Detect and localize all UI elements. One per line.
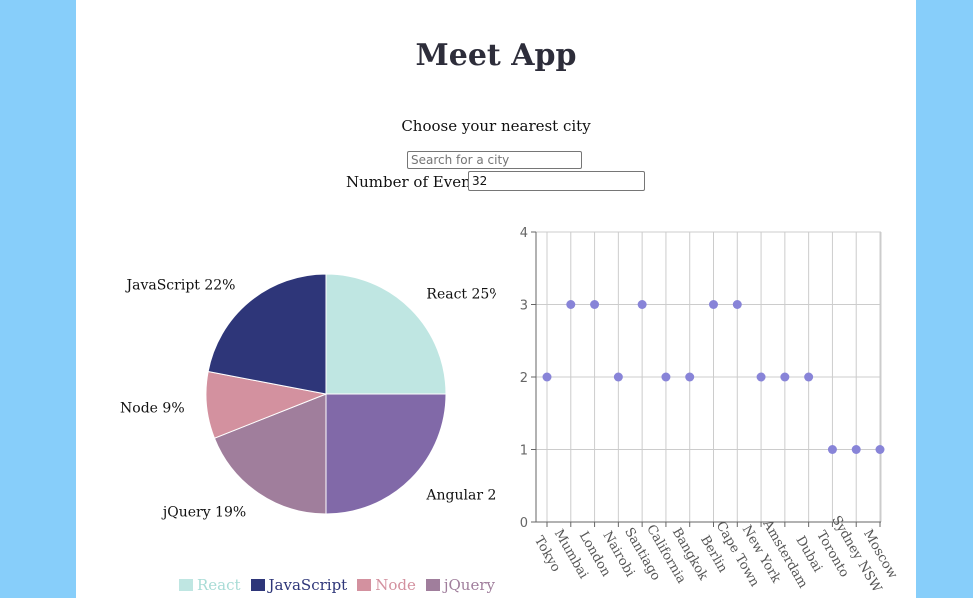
legend-label: Node (375, 576, 416, 594)
legend-swatch (357, 579, 372, 591)
scatter-point (756, 372, 766, 382)
y-tick-label: 1 (520, 444, 528, 459)
legend-swatch (425, 579, 440, 591)
scatter-point (590, 300, 600, 309)
legend-label: jQuery (443, 576, 495, 594)
legend-label: React (197, 576, 241, 594)
legend-item-node: Node (357, 576, 416, 594)
legend-item-jquery: jQuery (425, 576, 495, 594)
scatter-point (685, 372, 695, 382)
legend-item-javascript: JavaScript (250, 576, 348, 594)
scatter-point (542, 372, 552, 382)
scatter-point (709, 300, 718, 309)
pie-legend: React JavaScript Node jQuery (179, 576, 495, 594)
scatter-point (851, 445, 861, 454)
legend-swatch (250, 579, 265, 591)
legend-item-react: React (179, 576, 241, 594)
scatter-point (613, 372, 623, 382)
legend-swatch (179, 579, 193, 591)
y-tick-label: 4 (520, 226, 528, 241)
scatter-point (661, 372, 671, 382)
scatter-point (732, 300, 742, 309)
city-events-scatter-chart: 01234TokyoMumbaiLondonNairobiSantiagoCal… (520, 226, 900, 596)
y-tick-label: 2 (520, 371, 528, 386)
scatter-point (875, 445, 885, 454)
app-container: Meet App Choose your nearest city Number… (76, 0, 916, 598)
scatter-point (804, 372, 814, 382)
scatter-point (637, 300, 647, 309)
y-tick-label: 3 (520, 299, 528, 314)
scatter-point (566, 300, 576, 309)
scatter-grid (536, 231, 882, 523)
y-tick-label: 0 (520, 516, 528, 531)
scatter-point (780, 372, 790, 382)
scatter-point (827, 445, 837, 454)
legend-label: JavaScript (268, 576, 348, 594)
